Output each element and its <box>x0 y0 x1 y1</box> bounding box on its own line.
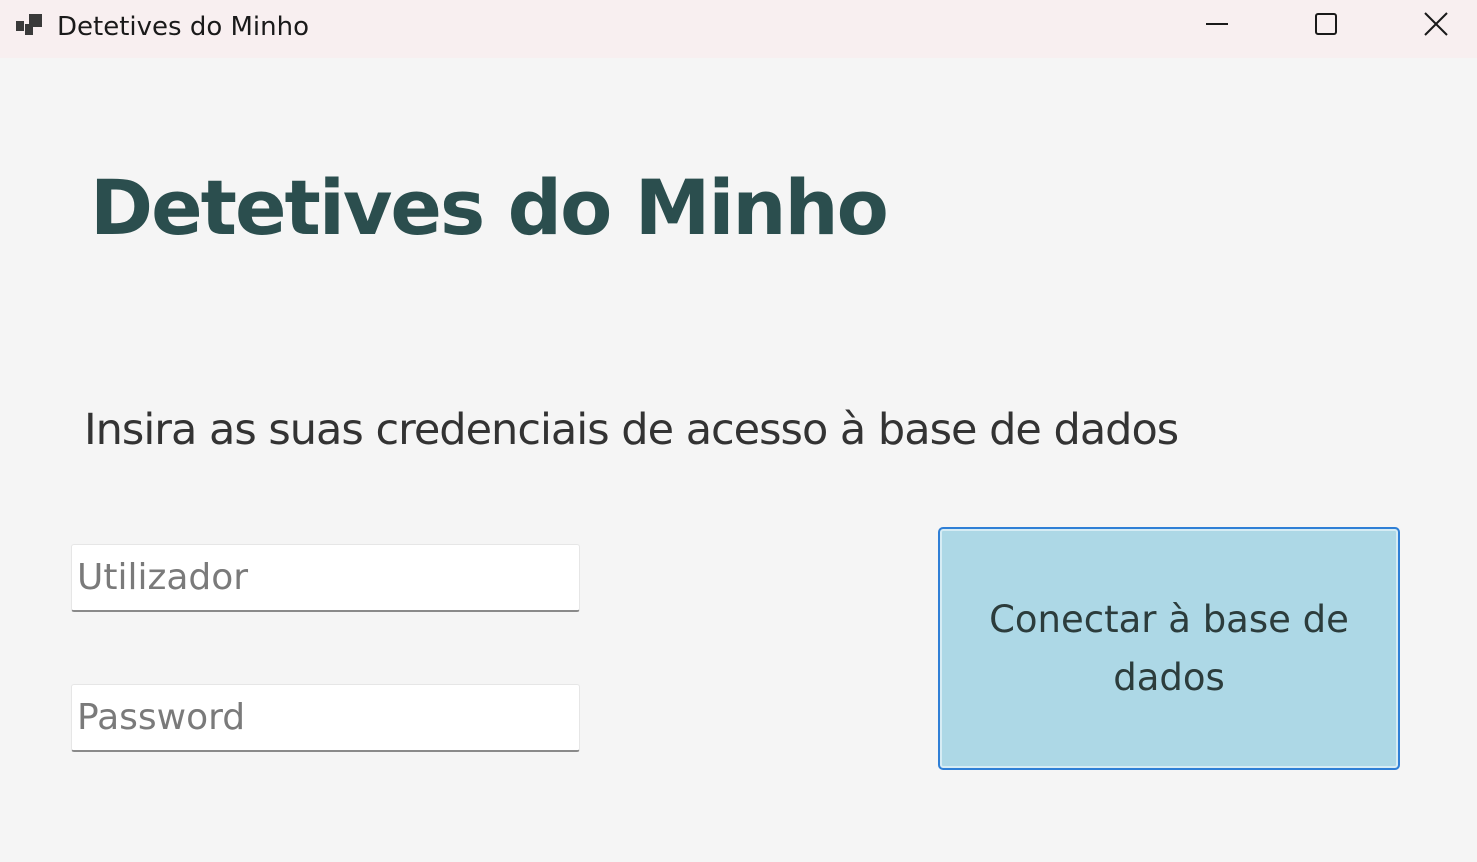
minimize-icon <box>1204 11 1230 41</box>
app-window: Detetives do Minho Detetives do Minho In… <box>0 0 1477 862</box>
username-input[interactable] <box>71 544 580 612</box>
window-title: Detetives do Minho <box>57 12 310 42</box>
close-icon <box>1423 11 1449 41</box>
title-bar[interactable]: Detetives do Minho <box>0 0 1477 58</box>
credentials-instructions: Insira as suas credenciais de acesso à b… <box>84 405 1179 455</box>
app-window-icon <box>15 12 43 40</box>
connect-database-button[interactable]: Conectar à base de dados <box>938 527 1400 770</box>
close-button[interactable] <box>1401 0 1471 52</box>
password-input[interactable] <box>71 684 580 752</box>
maximize-icon <box>1313 11 1339 41</box>
minimize-button[interactable] <box>1182 0 1252 52</box>
maximize-button[interactable] <box>1291 0 1361 52</box>
page-title: Detetives do Minho <box>90 163 889 252</box>
